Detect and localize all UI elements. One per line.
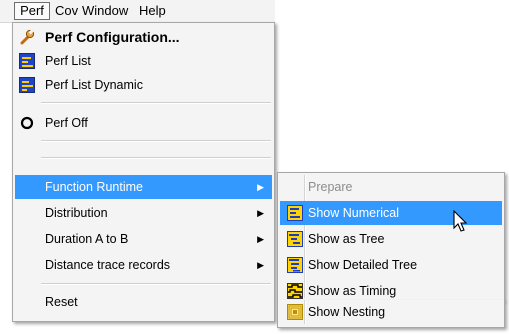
menu-separator [41, 140, 271, 142]
menu-item-function-runtime[interactable]: Function Runtime ▶ [15, 175, 272, 199]
function-runtime-submenu-bottom: Show Nesting [277, 300, 505, 328]
detailed-tree-icon [287, 257, 303, 273]
menu-item-perf-list-dynamic[interactable]: Perf List Dynamic [15, 73, 272, 97]
menu-item-reset[interactable]: Reset [15, 290, 272, 314]
function-runtime-submenu: Prepare Show Numerical Show as Tree Show… [277, 172, 505, 301]
submenu-item-show-nesting[interactable]: Show Nesting [280, 300, 502, 324]
menu-separator [41, 283, 271, 285]
nesting-icon [287, 304, 303, 320]
menu-item-perf-configuration[interactable]: Perf Configuration... [15, 25, 272, 49]
menu-separator [41, 102, 271, 104]
tree-icon [287, 231, 303, 247]
mouse-pointer-icon [453, 209, 469, 234]
menu-item-perf-off[interactable]: Perf Off [15, 111, 272, 135]
submenu-item-prepare: Prepare [308, 180, 353, 194]
submenu-arrow-icon: ▶ [257, 208, 264, 218]
menu-item-duration-a-to-b[interactable]: Duration A to B ▶ [15, 227, 272, 251]
timing-icon [287, 283, 303, 299]
list-chart-dynamic-icon [19, 77, 35, 93]
list-chart-icon [19, 53, 35, 69]
submenu-arrow-icon: ▶ [257, 234, 264, 244]
perf-dropdown-menu: Perf Configuration... Perf List Perf Lis… [12, 22, 275, 322]
menu-bar: Perf Cov Window Help [0, 0, 275, 23]
menu-perf[interactable]: Perf [14, 2, 50, 20]
menu-cov[interactable]: Cov [55, 2, 78, 20]
numerical-icon [287, 205, 303, 221]
menu-separator [41, 157, 271, 159]
menu-item-distribution[interactable]: Distribution ▶ [15, 201, 272, 225]
submenu-arrow-icon: ▶ [257, 260, 264, 270]
submenu-arrow-icon: ▶ [257, 182, 264, 192]
submenu-item-show-detailed-tree[interactable]: Show Detailed Tree [280, 253, 502, 277]
menu-item-perf-list[interactable]: Perf List [15, 49, 272, 73]
menu-help[interactable]: Help [139, 2, 166, 20]
menu-window[interactable]: Window [82, 2, 128, 20]
wrench-icon [19, 29, 35, 45]
circle-off-icon [19, 115, 35, 131]
menu-item-distance-trace-records[interactable]: Distance trace records ▶ [15, 253, 272, 277]
